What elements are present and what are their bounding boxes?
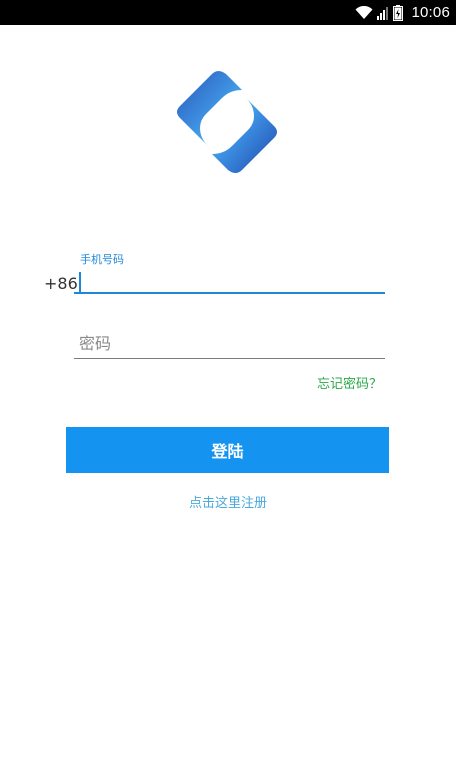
text-cursor: [79, 272, 81, 292]
phone-input[interactable]: [74, 268, 385, 294]
register-link[interactable]: 点击这里注册: [0, 492, 456, 511]
country-code[interactable]: +86: [44, 274, 78, 293]
status-time: 10:06: [411, 4, 450, 21]
password-input[interactable]: [74, 332, 385, 359]
battery-icon: [393, 4, 404, 21]
forgot-password-link[interactable]: 忘记密码？: [317, 373, 382, 392]
app-logo: [172, 68, 282, 176]
status-bar: 10:06: [0, 0, 456, 25]
login-button[interactable]: 登陆: [66, 427, 389, 473]
status-icons: 10:06: [355, 0, 450, 25]
wifi-icon: [355, 5, 373, 20]
cell-signal-icon: [377, 6, 389, 20]
phone-label: 手机号码: [80, 253, 124, 266]
